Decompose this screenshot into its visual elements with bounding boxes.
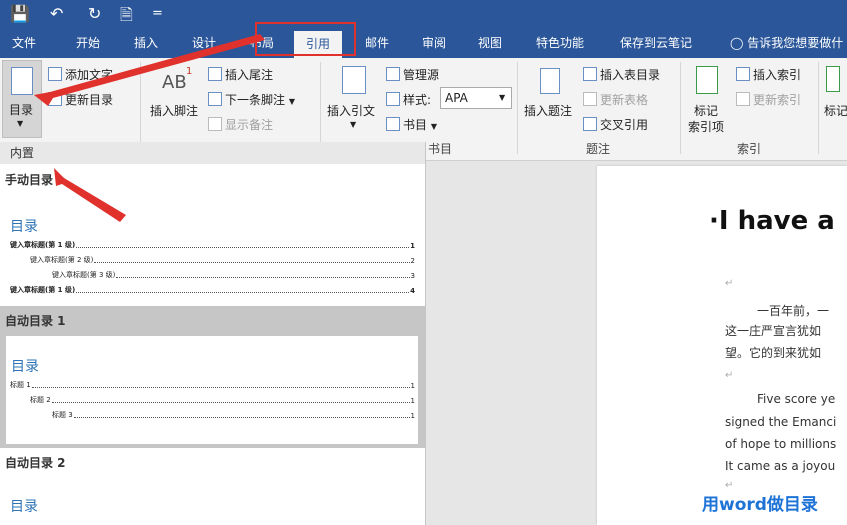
annotation-arrows — [34, 34, 265, 222]
arrow-to-toc-button — [34, 34, 265, 106]
arrow-to-manual-toc — [54, 168, 126, 222]
